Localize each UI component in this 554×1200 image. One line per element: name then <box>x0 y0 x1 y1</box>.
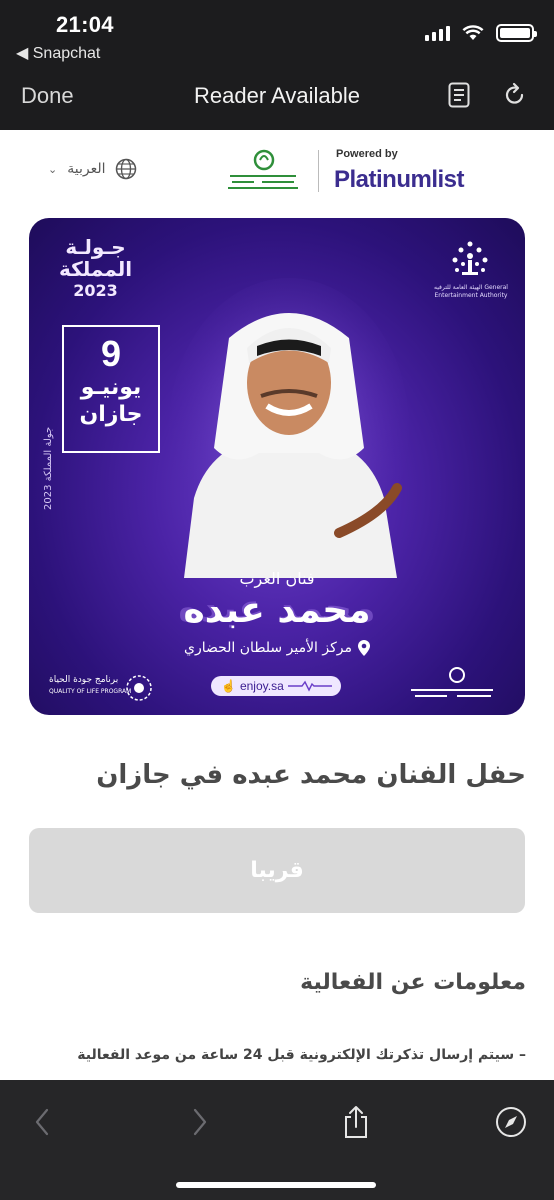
logo-divider <box>318 150 319 192</box>
side-caption: جولة المملكة 2023 <box>43 426 54 510</box>
coming-soon-button[interactable]: قريبا <box>29 828 525 913</box>
artist-photo <box>169 278 409 578</box>
page-content: ⌄ العربية Powered by Platinumlist جـولـة… <box>0 130 554 1080</box>
reload-icon[interactable] <box>502 82 528 108</box>
rotana-logo <box>228 149 298 189</box>
language-selector[interactable]: ⌄ العربية <box>48 158 137 180</box>
globe-icon <box>116 158 137 180</box>
powered-by-label: Powered by <box>336 148 398 160</box>
venue-name: مركز الأمير سلطان الحضاري <box>184 640 352 656</box>
enjoy-label: enjoy.sa <box>239 679 284 693</box>
cellular-signal-icon <box>425 25 450 41</box>
chevron-left-icon[interactable] <box>22 1102 62 1142</box>
home-indicator <box>176 1182 376 1188</box>
platinumlist-logo: Platinumlist <box>334 166 465 193</box>
event-title: حفل الفنان محمد عبده في جازان <box>96 760 526 790</box>
location-pin-icon <box>358 640 370 656</box>
qol-emblem-icon <box>126 675 152 701</box>
compass-icon[interactable] <box>491 1102 531 1142</box>
event-banner: جـولـة المملكة 2023 9 يونيـو جازان جولة … <box>29 218 525 715</box>
back-to-app-link[interactable]: ◀ Snapchat <box>16 43 100 63</box>
wifi-icon <box>462 25 484 40</box>
battery-icon <box>496 24 537 42</box>
share-icon[interactable] <box>336 1102 376 1142</box>
chevron-down-icon: ⌄ <box>48 162 58 176</box>
venue-line: مركز الأمير سلطان الحضاري <box>29 640 525 656</box>
event-city: جازان <box>79 402 143 427</box>
chevron-right-icon[interactable] <box>180 1102 220 1142</box>
browser-chrome: 21:04 ◀ Snapchat Done Reader Available <box>0 0 554 130</box>
pulse-line-icon <box>287 680 332 692</box>
gea-caption: الهيئة العامة للترفيه General Entertainm… <box>434 284 508 299</box>
event-day: 9 <box>100 333 122 374</box>
quality-of-life-logo: برنامج جودة الحياة QUALITY OF LIFE PROGR… <box>49 675 132 695</box>
status-icons <box>425 24 537 42</box>
reader-available-label: Reader Available <box>194 83 360 108</box>
event-info-heading: معلومات عن الفعالية <box>300 970 526 995</box>
enjoy-badge: ☝ enjoy.sa <box>211 676 341 696</box>
hand-icon: ☝ <box>221 679 236 693</box>
event-date-box: 9 يونيـو جازان <box>62 325 160 453</box>
tour-logo: جـولـة المملكة 2023 <box>59 235 133 300</box>
rotana-banner-logo <box>411 667 493 697</box>
event-month: يونيـو <box>80 375 142 400</box>
reader-icon[interactable] <box>448 82 470 108</box>
event-info-text: – سيتم إرسال تذكرتك الإلكترونية قبل 24 س… <box>77 1047 526 1063</box>
language-label: العربية <box>67 161 106 177</box>
status-time: 21:04 <box>56 12 114 37</box>
artist-name: محمد عبده <box>183 590 371 631</box>
